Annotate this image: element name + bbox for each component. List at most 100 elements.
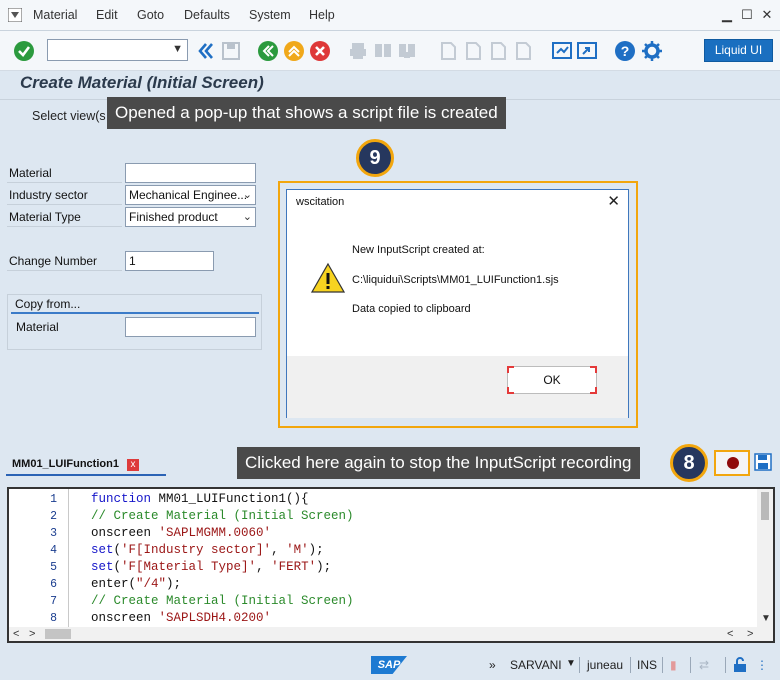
line-number: 7 <box>50 595 57 608</box>
close-icon[interactable]: ✕ <box>607 193 620 211</box>
change-number-input[interactable]: 1 <box>125 251 214 271</box>
client-name: juneau <box>587 658 624 672</box>
select-views-button[interactable]: Select view(s <box>32 109 106 123</box>
chevron-down-icon[interactable]: ▼ <box>172 43 183 55</box>
dialog-title: wscitation <box>287 190 628 214</box>
page-title: Create Material (Initial Screen) <box>20 73 264 92</box>
line-number: 5 <box>50 561 57 574</box>
menu-help[interactable]: Help <box>309 8 335 22</box>
industry-sector-select[interactable]: Mechanical Enginee... ⌄ <box>125 185 256 205</box>
code-line: // Create Material (Initial Screen) <box>91 594 354 608</box>
scroll-right-icon[interactable]: > <box>747 627 753 641</box>
enter-check-icon[interactable] <box>13 40 35 62</box>
editor-tab[interactable]: MM01_LUIFunction1 <box>12 458 119 470</box>
material-input[interactable] <box>125 163 256 183</box>
record-button[interactable] <box>714 450 750 476</box>
dialog-clipboard-message: Data copied to clipboard <box>352 303 471 315</box>
menu-system[interactable]: System <box>249 8 291 22</box>
scroll-down-icon[interactable]: ▼ <box>761 613 771 624</box>
material-type-label: Material Type <box>9 210 81 224</box>
scroll-right-icon[interactable]: > <box>29 627 35 641</box>
menu-material[interactable]: Material <box>33 8 77 22</box>
sap-logo: SAP <box>371 656 407 674</box>
chevron-down-icon[interactable]: ▼ <box>566 658 576 669</box>
code-token: 'M' <box>286 543 309 557</box>
more-icon[interactable]: ⋮ <box>756 658 768 672</box>
liquid-ui-button[interactable]: Liquid UI <box>704 39 773 62</box>
maximize-icon[interactable]: ☐ <box>740 8 754 22</box>
popup-callout-banner: Opened a pop-up that shows a script file… <box>107 97 506 129</box>
code-line: onscreen 'SAPLMGMM.0060' <box>91 526 271 540</box>
expand-status-icon[interactable]: » <box>489 658 496 672</box>
material-label: Material <box>9 166 52 180</box>
code-token: // Create Material (Initial Screen) <box>91 594 354 608</box>
code-token: 'F[Material Type]' <box>121 560 257 574</box>
code-line: onscreen 'SAPLSDH4.0200' <box>91 611 271 625</box>
copy-from-header: Copy from... <box>15 297 81 311</box>
print-icon <box>350 43 366 59</box>
code-token: ); <box>316 560 332 574</box>
code-token: enter( <box>91 577 137 591</box>
menu-defaults[interactable]: Defaults <box>184 8 230 22</box>
ok-button[interactable]: OK <box>507 366 597 394</box>
copy-material-label: Material <box>16 320 59 334</box>
new-session-icon[interactable] <box>551 40 573 62</box>
minimize-icon[interactable]: ▁ <box>720 8 734 22</box>
help-icon[interactable]: ? <box>614 40 636 62</box>
scroll-left-icon[interactable]: < <box>727 627 733 641</box>
horizontal-scrollbar[interactable]: < > < > <box>9 627 773 641</box>
code-token: , <box>256 560 272 574</box>
double-chevron-left-icon[interactable] <box>195 40 217 62</box>
shortcut-icon[interactable] <box>576 40 598 62</box>
code-line: enter("/4"); <box>91 577 181 591</box>
scrollbar-thumb[interactable] <box>45 629 71 639</box>
ok-button-label: OK <box>543 373 561 387</box>
code-token: onscreen <box>91 611 159 625</box>
find-next-icon <box>399 44 415 58</box>
script-created-dialog: wscitation ✕ New InputScript created at:… <box>286 189 629 418</box>
system-name[interactable]: SARVANI <box>510 658 562 672</box>
cancel-icon[interactable] <box>309 40 331 62</box>
find-icon <box>375 44 391 57</box>
command-field[interactable]: ▼ <box>47 39 188 61</box>
save-script-icon[interactable] <box>754 453 772 471</box>
close-tab-icon[interactable]: x <box>127 459 139 471</box>
code-token: 'FERT' <box>271 560 317 574</box>
menu-goto[interactable]: Goto <box>137 8 164 22</box>
dialog-message-line1: New InputScript created at: <box>352 244 485 256</box>
status-separator <box>579 657 580 673</box>
chevron-down-icon[interactable]: ⌄ <box>243 186 252 204</box>
scroll-left-icon[interactable]: < <box>13 627 19 641</box>
next-page-icon <box>491 42 506 60</box>
change-label-underline <box>7 270 122 271</box>
vertical-scrollbar[interactable]: ▼ <box>757 489 773 627</box>
back-icon[interactable] <box>257 40 279 62</box>
code-token: ); <box>166 577 182 591</box>
code-editor[interactable]: 1 2 3 4 5 6 7 8 function MM01_LUIFunction1(){//… <box>7 487 775 643</box>
code-token: onscreen <box>91 526 159 540</box>
material-type-select[interactable]: Finished product ⌄ <box>125 207 256 227</box>
toolbar: ▼ ? Liquid UI <box>0 31 780 71</box>
transfer-icon: ⇄ <box>699 658 710 672</box>
stop-recording-callout-banner: Clicked here again to stop the InputScri… <box>237 447 640 479</box>
type-label-underline <box>7 226 122 227</box>
scrollbar-thumb[interactable] <box>761 492 769 520</box>
chevron-down-icon[interactable]: ⌄ <box>243 208 252 226</box>
menu-edit[interactable]: Edit <box>96 8 118 22</box>
status-bar: SAP » SARVANI ▼ juneau INS ▮ ⇄ ⋮ <box>0 651 780 680</box>
exit-icon[interactable] <box>283 40 305 62</box>
code-token: // Create Material (Initial Screen) <box>91 509 354 523</box>
line-number: 1 <box>50 493 57 506</box>
close-window-icon[interactable]: ✕ <box>760 8 774 22</box>
focus-corner <box>507 366 514 373</box>
code-line: set('F[Material Type]', 'FERT'); <box>91 560 331 574</box>
copy-material-input[interactable] <box>125 317 256 337</box>
editor-tab-underline <box>6 474 166 476</box>
status-separator <box>662 657 663 673</box>
settings-gear-icon[interactable] <box>641 40 663 62</box>
previous-page-icon <box>466 42 481 60</box>
code-line: // Create Material (Initial Screen) <box>91 509 354 523</box>
record-icon <box>727 457 739 469</box>
app-menu-icon[interactable] <box>8 8 22 22</box>
material-label-underline <box>7 182 122 183</box>
